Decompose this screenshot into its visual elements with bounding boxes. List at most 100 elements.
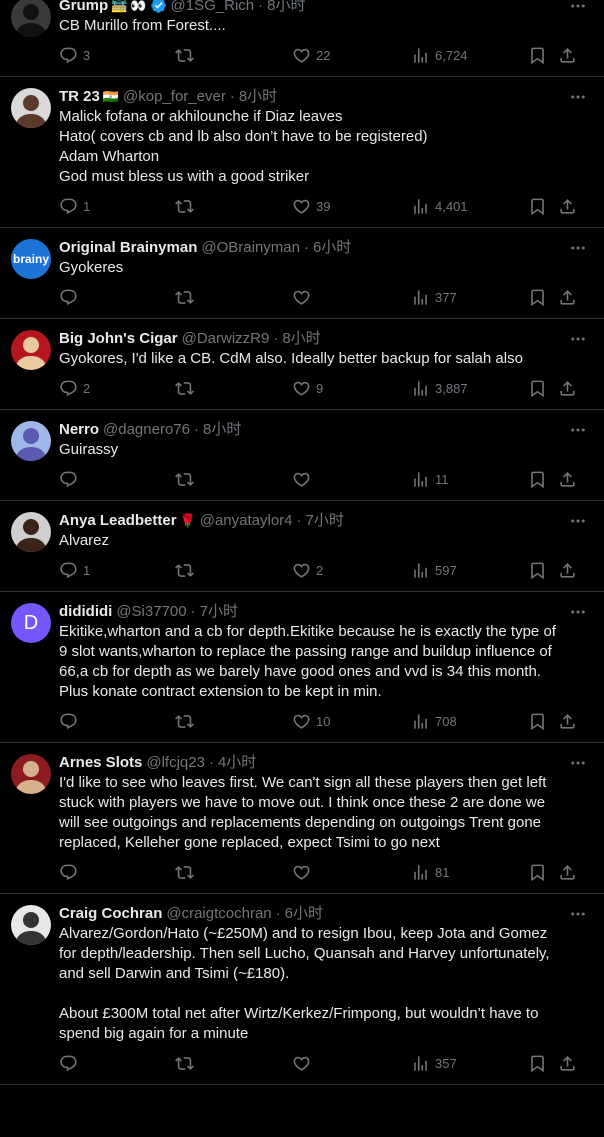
user-handle[interactable]: @Si37700 [116, 602, 186, 621]
tweet[interactable]: brainy Original Brainyman @OBrainyman · 6小时 G… [0, 228, 604, 319]
bookmark-button[interactable] [528, 287, 547, 307]
display-name[interactable]: TR 23 [59, 87, 100, 106]
like-button[interactable] [292, 469, 316, 489]
avatar[interactable] [11, 905, 51, 945]
like-button[interactable]: 39 [292, 196, 330, 216]
retweet-button[interactable] [175, 862, 199, 882]
views-button[interactable]: 11 [411, 469, 449, 489]
avatar[interactable] [11, 88, 51, 128]
retweet-button[interactable] [175, 287, 199, 307]
bookmark-button[interactable] [528, 862, 547, 882]
timestamp[interactable]: 8小时 [239, 87, 277, 106]
views-button[interactable]: 6,724 [411, 45, 468, 65]
timestamp[interactable]: 6小时 [313, 238, 351, 257]
views-button[interactable]: 357 [411, 1053, 457, 1073]
user-handle[interactable]: @lfcjq23 [146, 753, 205, 772]
display-name[interactable]: Anya Leadbetter [59, 511, 177, 530]
retweet-button[interactable] [175, 378, 199, 398]
reply-button[interactable] [59, 711, 83, 731]
avatar[interactable] [11, 754, 51, 794]
views-button[interactable]: 4,401 [411, 196, 468, 216]
user-handle[interactable]: @1SG_Rich [171, 0, 255, 15]
user-handle[interactable]: @DarwizzR9 [182, 329, 270, 348]
user-handle[interactable]: @OBrainyman [201, 238, 300, 257]
more-options-button[interactable] [568, 906, 588, 922]
user-handle[interactable]: @kop_for_ever [123, 87, 226, 106]
share-button[interactable] [558, 469, 577, 489]
views-button[interactable]: 377 [411, 287, 457, 307]
views-button[interactable]: 708 [411, 711, 457, 731]
retweet-button[interactable] [175, 560, 199, 580]
reply-button[interactable]: 1 [59, 560, 90, 580]
like-button[interactable] [292, 1053, 316, 1073]
display-name[interactable]: Big John's Cigar [59, 329, 178, 348]
avatar[interactable] [11, 330, 51, 370]
display-name[interactable]: Grump [59, 0, 108, 15]
user-handle[interactable]: @anyataylor4 [200, 511, 293, 530]
views-button[interactable]: 81 [411, 862, 449, 882]
reply-button[interactable] [59, 287, 83, 307]
more-options-button[interactable] [568, 89, 588, 105]
share-button[interactable] [558, 862, 577, 882]
timestamp[interactable]: 7小时 [200, 602, 238, 621]
tweet[interactable]: Anya Leadbetter 🌹 @anyataylor4 · 7小时 Alvarez 1… [0, 501, 604, 592]
tweet[interactable]: Grump 🚟 👀 @1SG_Rich · 8小时 CB Murillo from Fore… [0, 0, 604, 77]
display-name[interactable]: Arnes Slots [59, 753, 142, 772]
reply-button[interactable]: 1 [59, 196, 90, 216]
share-button[interactable] [558, 378, 577, 398]
bookmark-button[interactable] [528, 378, 547, 398]
avatar[interactable] [11, 0, 51, 37]
retweet-button[interactable] [175, 45, 199, 65]
bookmark-button[interactable] [528, 196, 547, 216]
avatar[interactable] [11, 421, 51, 461]
like-button[interactable]: 9 [292, 378, 323, 398]
reply-button[interactable] [59, 862, 83, 882]
avatar[interactable] [11, 512, 51, 552]
share-button[interactable] [558, 45, 577, 65]
more-options-button[interactable] [568, 331, 588, 347]
avatar[interactable]: brainy [11, 239, 51, 279]
more-options-button[interactable] [568, 422, 588, 438]
bookmark-button[interactable] [528, 1053, 547, 1073]
like-button[interactable] [292, 862, 316, 882]
share-button[interactable] [558, 711, 577, 731]
timestamp[interactable]: 8小时 [203, 420, 241, 439]
views-button[interactable]: 3,887 [411, 378, 468, 398]
reply-button[interactable] [59, 1053, 83, 1073]
bookmark-button[interactable] [528, 560, 547, 580]
share-button[interactable] [558, 196, 577, 216]
display-name[interactable]: Nerro [59, 420, 99, 439]
user-handle[interactable]: @dagnero76 [103, 420, 190, 439]
tweet[interactable]: Craig Cochran @craigtcochran · 6小时 Alvarez/G… [0, 894, 604, 1085]
more-options-button[interactable] [568, 755, 588, 771]
like-button[interactable]: 2 [292, 560, 323, 580]
like-button[interactable]: 10 [292, 711, 330, 731]
reply-button[interactable]: 2 [59, 378, 90, 398]
display-name[interactable]: Original Brainyman [59, 238, 197, 257]
avatar[interactable]: D [11, 603, 51, 643]
tweet[interactable]: Big John's Cigar @DarwizzR9 · 8小时 Gyokores, … [0, 319, 604, 410]
reply-button[interactable]: 3 [59, 45, 90, 65]
timestamp[interactable]: 8小时 [282, 329, 320, 348]
retweet-button[interactable] [175, 469, 199, 489]
tweet[interactable]: Nerro @dagnero76 · 8小时 Guirassy 11 [0, 410, 604, 501]
more-options-button[interactable] [568, 240, 588, 256]
reply-button[interactable] [59, 469, 83, 489]
retweet-button[interactable] [175, 711, 199, 731]
more-options-button[interactable] [568, 604, 588, 620]
share-button[interactable] [558, 287, 577, 307]
share-button[interactable] [558, 1053, 577, 1073]
bookmark-button[interactable] [528, 45, 547, 65]
views-button[interactable]: 597 [411, 560, 457, 580]
timestamp[interactable]: 8小时 [267, 0, 305, 15]
like-button[interactable] [292, 287, 316, 307]
timestamp[interactable]: 4小时 [218, 753, 256, 772]
tweet[interactable]: Ddidididi @Si37700 · 7小时 Ekitike,wharton and… [0, 592, 604, 743]
share-button[interactable] [558, 560, 577, 580]
bookmark-button[interactable] [528, 711, 547, 731]
timestamp[interactable]: 7小时 [306, 511, 344, 530]
more-options-button[interactable] [568, 513, 588, 529]
tweet[interactable]: TR 23 🇮🇳 @kop_for_ever · 8小时 Malick fofana or… [0, 77, 604, 228]
retweet-button[interactable] [175, 196, 199, 216]
user-handle[interactable]: @craigtcochran [166, 904, 271, 923]
